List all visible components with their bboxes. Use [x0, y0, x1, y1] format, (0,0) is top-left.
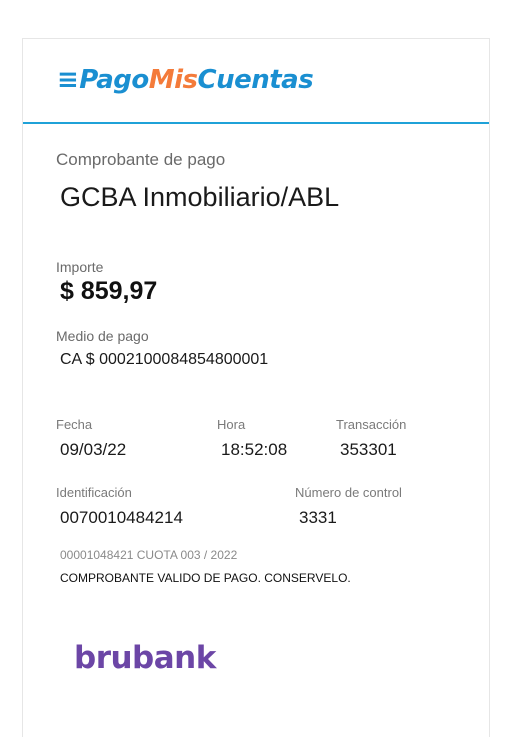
transaction-value: 353301: [340, 440, 397, 459]
payment-method-label: Medio de pago: [56, 328, 149, 344]
brubank-logo: brubank: [74, 640, 216, 676]
receipt-heading: Comprobante de pago: [56, 150, 226, 169]
pagomiscuentas-logo: ≡PagoMisCuentas: [57, 65, 314, 95]
receipt-header: ≡PagoMisCuentas: [23, 39, 489, 124]
date-value: 09/03/22: [60, 440, 127, 459]
identification-value: 0070010484214: [60, 508, 183, 527]
receipt-card: ≡PagoMisCuentas: [22, 38, 490, 737]
time-value: 18:52:08: [221, 440, 288, 459]
three-dash-icon: ≡: [57, 65, 79, 95]
logo-pago: Pago: [79, 65, 149, 95]
payment-detail-line: 00001048421 CUOTA 003 / 2022: [60, 548, 238, 562]
logo-mis: Mis: [148, 65, 198, 95]
time-label: Hora: [217, 417, 246, 432]
service-name: GCBA Inmobiliario/ABL: [60, 182, 340, 212]
logo-cuentas: Cuentas: [197, 65, 314, 95]
control-number-value: 3331: [299, 508, 337, 527]
payment-method-value: CA $ 0002100084854800001: [60, 351, 269, 368]
date-label: Fecha: [56, 417, 93, 432]
validity-note: COMPROBANTE VALIDO DE PAGO. CONSERVELO.: [60, 571, 351, 585]
amount-value: $ 859,97: [60, 277, 158, 305]
control-number-label: Número de control: [295, 485, 402, 500]
amount-label: Importe: [56, 259, 104, 275]
transaction-label: Transacción: [336, 417, 407, 432]
identification-label: Identificación: [56, 485, 132, 500]
